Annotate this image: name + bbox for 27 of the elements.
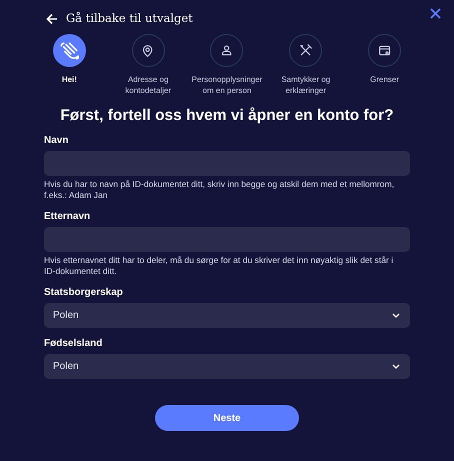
person-icon: [220, 44, 234, 58]
card-icon: [378, 44, 392, 58]
step-label: Adresse og kontodetaljer: [124, 74, 172, 96]
dropdown-field[interactable]: Polen: [44, 303, 410, 328]
field-label: Fødselsland: [44, 338, 104, 350]
back-link[interactable]: Gå tilbake til utvalget: [66, 10, 193, 28]
back-arrow-icon[interactable]: [46, 13, 58, 25]
step-label: Samtykker og erklæringer: [280, 74, 332, 96]
chevron-down-icon: [392, 313, 400, 318]
waving-hand-icon: [59, 40, 80, 60]
page-heading: Først, fortell oss hvem vi åpner en konto for?: [59, 106, 395, 126]
next-button[interactable]: Neste: [155, 405, 299, 432]
close-icon[interactable]: [430, 8, 441, 19]
field-hint: Hvis etternavnet ditt har to deler, må du sørge for at du skriver det inn nøyaktig slik det står i ID-dokumentet ditt.: [44, 255, 394, 278]
step-label: Hei!: [62, 74, 77, 85]
dropdown-field[interactable]: Polen: [44, 354, 410, 380]
field-label: Statsborgerskap: [44, 287, 124, 300]
field-label: Navn: [44, 135, 70, 148]
step-label: Personopplysninger om en person: [190, 74, 264, 96]
field-hint: Hvis du har to navn på ID-dokumentet ditt, skriv inn begge og atskil dem med et mellomrom, f.eks.: Adam Jan: [44, 179, 396, 202]
step-label: Grenser: [370, 74, 400, 85]
text-input-field[interactable]: [44, 227, 410, 252]
tools-icon: [298, 44, 313, 58]
field-label: Etternavn: [44, 211, 92, 224]
text-input-field[interactable]: [44, 151, 410, 176]
chevron-down-icon: [392, 364, 400, 370]
location-pin-icon: [141, 44, 156, 58]
